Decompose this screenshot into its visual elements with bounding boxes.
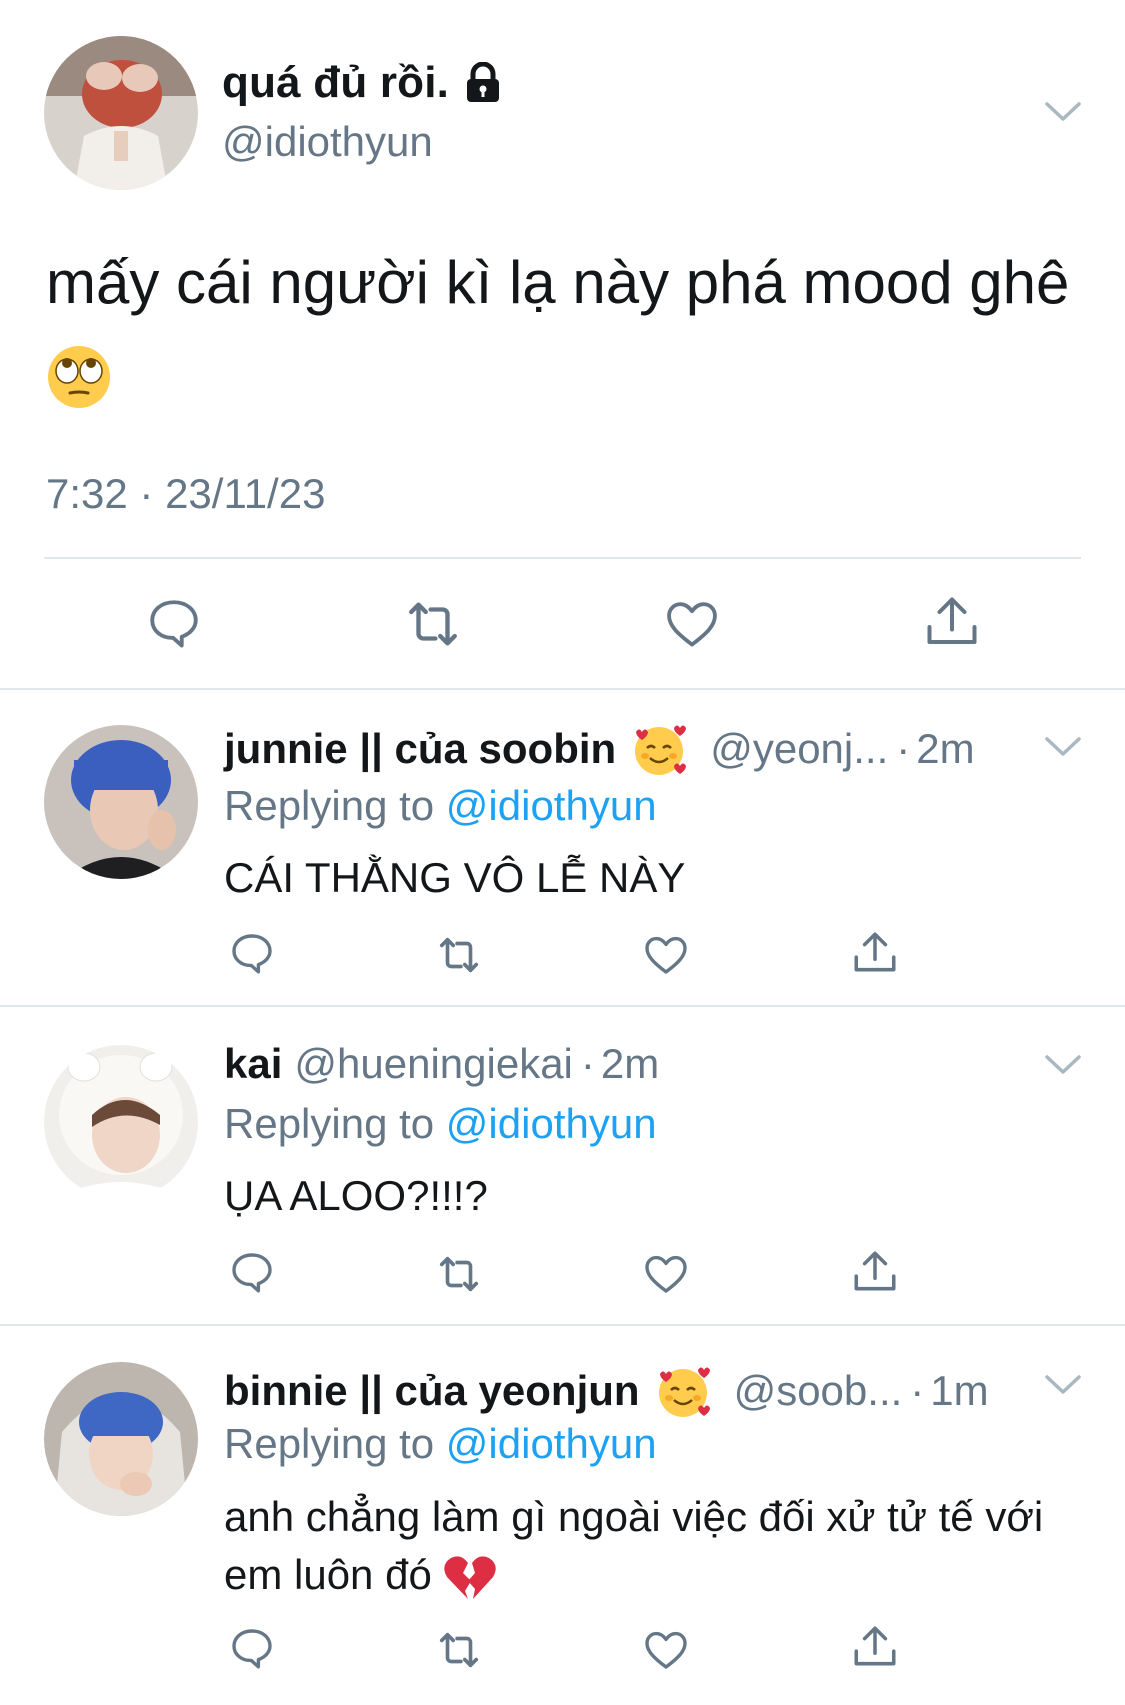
reply-icon[interactable] [228,1249,276,1297]
share-icon[interactable] [922,592,982,652]
lock-icon [463,61,503,104]
smiling-face-with-hearts-emoji-icon [654,1362,712,1420]
divider [0,688,1125,690]
replying-to: Replying to @idiothyun [224,1420,657,1468]
like-icon[interactable] [641,931,691,979]
replying-to-link[interactable]: @idiothyun [446,782,657,829]
reply-icon[interactable] [145,595,203,653]
rolling-eyes-emoji-icon [46,344,112,410]
chevron-down-icon[interactable] [1044,100,1082,124]
share-icon[interactable] [850,1622,900,1672]
like-icon[interactable] [641,1250,691,1298]
reply-display-name[interactable]: kai [224,1040,282,1088]
main-handle[interactable]: @idiothyun [222,118,433,166]
reply-text: ỤA ALOO?!!!? [224,1172,488,1219]
reply-icon[interactable] [228,930,276,978]
reply-handle[interactable]: @yeonj... [710,725,888,773]
replying-to-label: Replying to [224,1100,446,1147]
chevron-down-icon[interactable] [1044,1373,1082,1397]
reply-avatar[interactable] [44,1045,198,1199]
replying-to: Replying to @idiothyun [224,782,657,830]
reply-icon[interactable] [228,1625,276,1673]
retweet-icon[interactable] [432,932,486,978]
reply-text: anh chẳng làm gì ngoài việc đối xử tử tế… [224,1488,1064,1604]
reply-display-name[interactable]: binnie || của yeonjun [224,1367,640,1415]
reply-avatar[interactable] [44,1362,198,1516]
replying-to-label: Replying to [224,782,446,829]
replying-to: Replying to @idiothyun [224,1100,657,1148]
replying-to-link[interactable]: @idiothyun [446,1100,657,1147]
retweet-icon[interactable] [432,1627,486,1673]
tweet-timestamp[interactable]: 7:32 · 23/11/23 [46,470,325,518]
chevron-down-icon[interactable] [1044,735,1082,759]
reply-time[interactable]: 2m [916,725,974,773]
like-icon[interactable] [662,595,722,653]
like-icon[interactable] [641,1626,691,1674]
share-icon[interactable] [850,928,900,978]
chevron-down-icon[interactable] [1044,1053,1082,1077]
divider [0,1324,1125,1326]
divider [0,1005,1125,1007]
share-icon[interactable] [850,1247,900,1297]
main-avatar[interactable] [44,36,198,190]
separator-dot: · [896,725,911,772]
reply-time[interactable]: 1m [930,1367,988,1415]
replying-to-link[interactable]: @idiothyun [446,1420,657,1467]
separator-dot: · [580,1040,595,1087]
tweet-text-content: mấy cái người kì lạ này phá mood ghê [46,249,1070,316]
separator-dot: · [910,1367,925,1414]
retweet-icon[interactable] [400,595,466,653]
reply-handle[interactable]: @hueningiekai [294,1040,573,1088]
tweet-text: mấy cái người kì lạ này phá mood ghê [46,240,1086,412]
main-display-name[interactable]: quá đủ rồi. [222,58,449,108]
replying-to-label: Replying to [224,1420,446,1467]
retweet-icon[interactable] [432,1251,486,1297]
reply-text-content: anh chẳng làm gì ngoài việc đối xử tử tế… [224,1493,1044,1598]
reply-text: CÁI THẰNG VÔ LỄ NÀY [224,854,686,901]
reply-time[interactable]: 2m [601,1040,659,1088]
reply-handle[interactable]: @soob... [734,1367,903,1415]
broken-heart-emoji-icon [443,1553,497,1603]
smiling-face-with-hearts-emoji-icon [630,720,688,778]
divider [44,557,1081,559]
reply-display-name[interactable]: junnie || của soobin [224,725,616,773]
reply-avatar[interactable] [44,725,198,879]
